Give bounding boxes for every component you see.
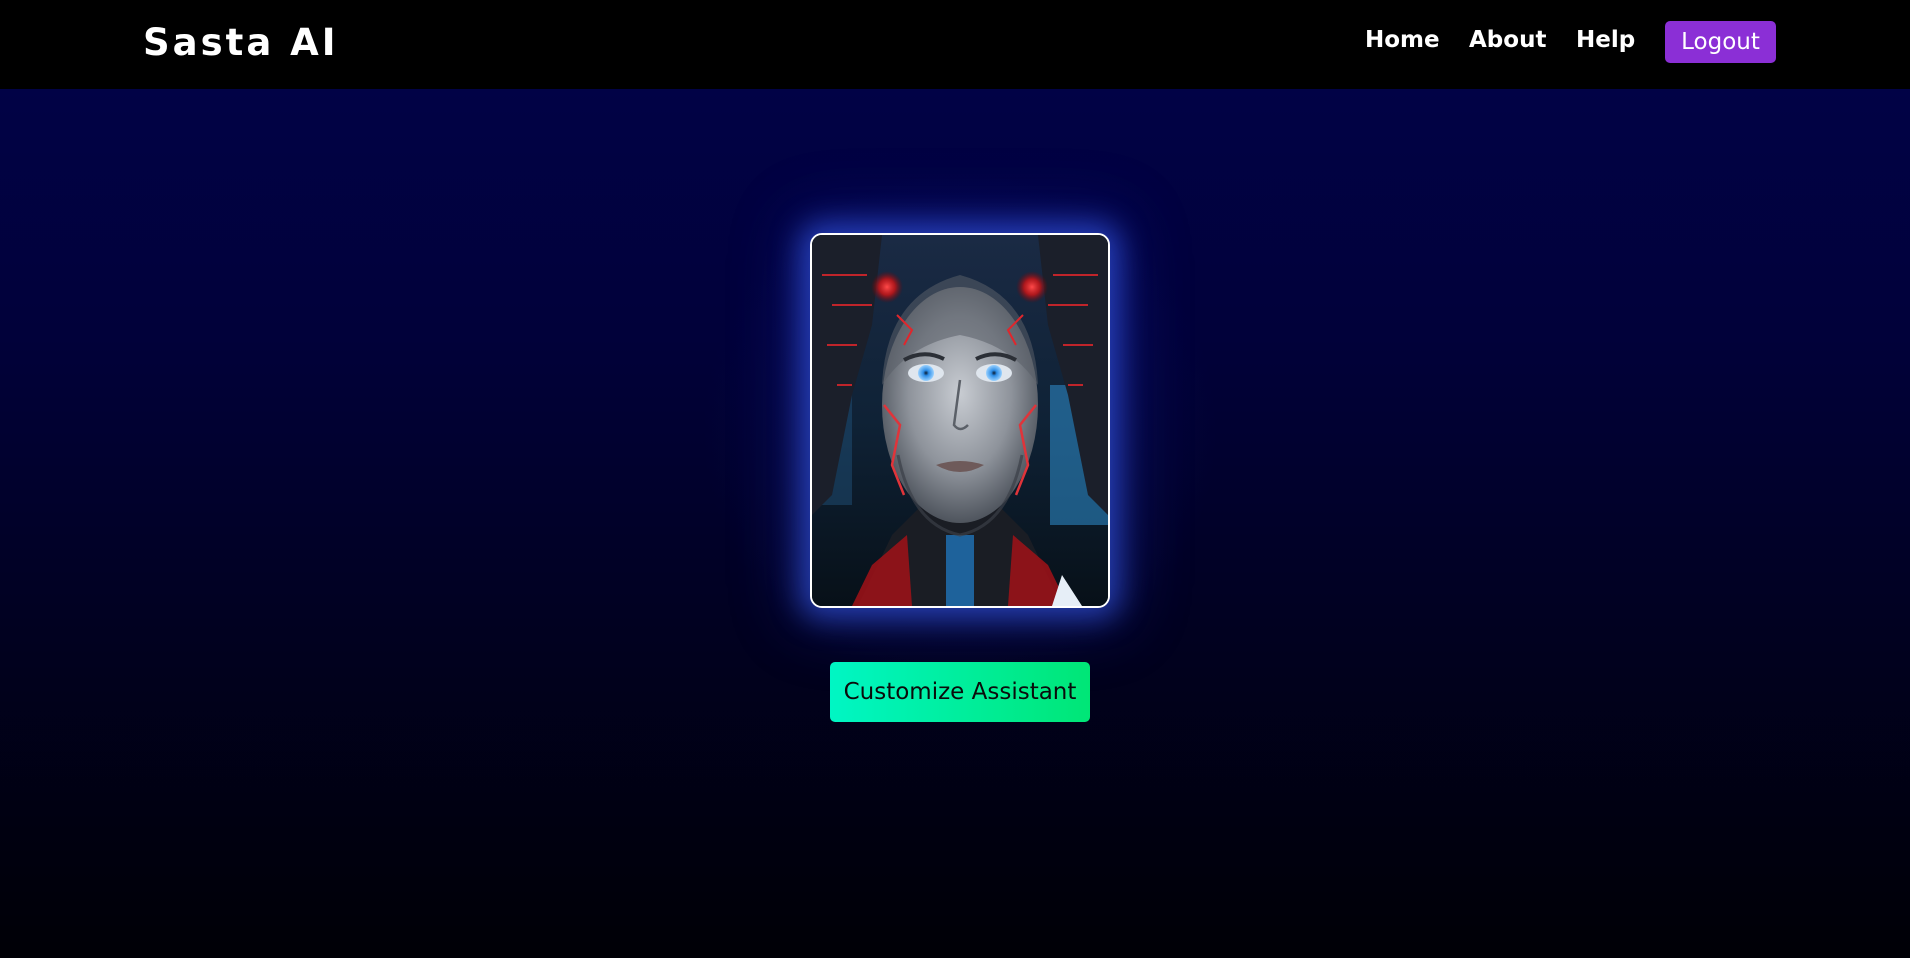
customize-assistant-button[interactable]: Customize Assistant <box>830 662 1090 722</box>
nav-link-home[interactable]: Home <box>1365 27 1440 53</box>
nav-link-help[interactable]: Help <box>1576 27 1635 53</box>
nav-link-about[interactable]: About <box>1469 27 1546 53</box>
page: Sasta AI Home About Help Logout Customiz… <box>0 0 1910 958</box>
robot-face-illustration <box>812 235 1108 606</box>
assistant-avatar-image <box>810 233 1110 608</box>
brand-logo[interactable]: Sasta AI <box>143 21 339 64</box>
navbar: Sasta AI Home About Help Logout <box>0 0 1910 89</box>
logout-button[interactable]: Logout <box>1665 21 1776 63</box>
